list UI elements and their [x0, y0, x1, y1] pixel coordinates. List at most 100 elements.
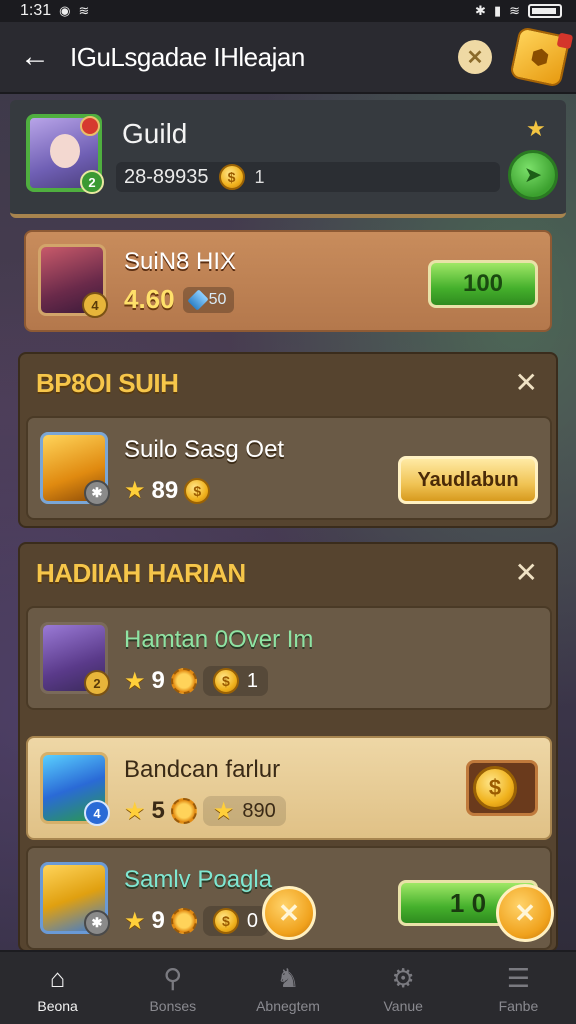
star-icon: ★: [124, 477, 146, 504]
nav-item-settings[interactable]: ⚙ Vanue: [346, 952, 461, 1024]
claim-button-label: Yaudlabun: [417, 468, 519, 491]
back-button[interactable]: ←: [0, 21, 70, 93]
close-icon: ✕: [514, 557, 538, 588]
coin-icon: $: [212, 908, 239, 934]
quest-item-thumb: ✱: [40, 432, 110, 506]
quest-value: 89: [151, 476, 179, 504]
quest-item-badge: ✱: [84, 910, 110, 936]
member-stats: 4.60 50: [124, 284, 235, 315]
guild-card: 2 Guild ★ 28-89935 $ 1 ➤: [10, 100, 566, 218]
quest-item-thumb: 2: [40, 622, 110, 696]
nav-label: Vanue: [383, 997, 423, 1014]
quest-item-thumb: ✱: [40, 862, 110, 936]
reward-pill: $ 0: [202, 906, 268, 936]
member-value-button[interactable]: 100: [428, 260, 538, 308]
claim-button[interactable]: Yaudlabun: [398, 456, 538, 504]
section-title: BP8OI SUIH: [36, 368, 179, 398]
wifi-icon: ≋: [78, 3, 90, 18]
quest-stats: ★ 9 $ 0: [124, 906, 268, 936]
coin-icon: $: [218, 164, 245, 190]
quest-name: Samlv Poagla: [124, 866, 273, 893]
nav-item-search[interactable]: ⚲ Bonses: [115, 952, 230, 1024]
nav-label: Bonses: [149, 997, 197, 1014]
sun-icon: [170, 798, 197, 824]
close-icon: ✕: [466, 46, 484, 69]
member-card[interactable]: 4 SuiN8 HIX 4.60 50 100: [24, 230, 552, 332]
quest-value: 9: [151, 907, 165, 934]
arrow-right-icon: ➤: [523, 162, 543, 187]
nav-label: Fanbe: [498, 997, 539, 1014]
quest-stats: ★ 89 $: [124, 476, 211, 505]
battery-icon: [528, 4, 562, 18]
menu-icon: ☰: [506, 962, 531, 993]
quest-name: Bandcan farlur: [124, 756, 281, 783]
nav-item-home[interactable]: ⌂ Beona: [0, 952, 115, 1024]
quest-item-badge: ✱: [84, 480, 110, 506]
status-time: 1:31: [20, 2, 52, 19]
guild-badge-button[interactable]: ⬢: [509, 26, 571, 88]
guild-action-button[interactable]: ➤: [508, 150, 558, 200]
avatar-level-badge: 2: [80, 170, 104, 194]
guild-bar-value: 1: [254, 166, 265, 187]
quest-value: 5: [151, 797, 165, 824]
close-icon: ✕: [514, 367, 538, 398]
reward-value: 890: [242, 799, 276, 822]
status-bar: 1:31 ◉ ≋ ✱ ▮ ≋: [0, 0, 576, 22]
app-header: ← IGuLsgadae IHleajan ✕ ⬢: [0, 22, 576, 94]
gem-value: 50: [208, 290, 227, 308]
coin-reward-button[interactable]: $: [466, 760, 538, 816]
arrow-left-icon: ←: [20, 40, 50, 73]
close-icon: ✕: [278, 897, 300, 928]
section-title: HADIIAH HARIAN: [36, 558, 246, 588]
page-title: IGuLsgadae IHleajan: [70, 41, 305, 72]
coin-icon: $: [473, 766, 517, 810]
guild-info-bar: 28-89935 $ 1: [116, 162, 500, 192]
member-portrait: 4: [38, 244, 108, 318]
close-button[interactable]: ✕: [458, 40, 492, 74]
coin-icon: $: [184, 477, 211, 504]
daily-quest-card[interactable]: 4 Bandcan farlur ★ 5 ★ 890 $: [26, 736, 552, 840]
star-icon: ★: [526, 116, 546, 141]
star-icon: ★: [124, 797, 146, 825]
dragon-icon: ♞: [276, 962, 300, 993]
signal-icon: ▮: [493, 3, 502, 18]
quest-card[interactable]: ✱ Suilo Sasg Oet ★ 89 $ Yaudlabun: [26, 416, 552, 520]
reward-pill: ★ 890: [202, 796, 286, 826]
search-icon: ⚲: [163, 962, 183, 993]
shield-icon: ⬢: [529, 44, 551, 71]
dismiss-button[interactable]: ✕: [262, 886, 316, 940]
quest-stats: ★ 9 $ 1: [124, 666, 268, 696]
quest-name: Hamtan 0Over Im: [124, 626, 314, 653]
coin-icon: $: [212, 668, 239, 694]
close-icon: ✕: [514, 897, 536, 928]
member-name: SuiN8 HIX: [124, 248, 237, 275]
bluetooth-icon: ✱: [475, 3, 486, 18]
notification-icon: ◉: [59, 3, 71, 18]
guild-code: 28-89935: [124, 165, 209, 188]
reward-value: 1: [246, 669, 258, 692]
quest-item-thumb: 4: [40, 752, 110, 826]
section-panel-1: BP8OI SUIH ✕ ✱ Suilo Sasg Oet ★ 89 $ Yau…: [18, 352, 558, 528]
section-close-button[interactable]: ✕: [515, 366, 538, 399]
nav-item-menu[interactable]: ☰ Fanbe: [461, 952, 576, 1024]
dismiss-button-right[interactable]: ✕: [496, 884, 554, 942]
reward-pill: $ 1: [202, 666, 268, 696]
daily-button-label: 1 0: [449, 887, 487, 918]
nav-label: Abnegtem: [256, 997, 320, 1014]
notification-dot: [80, 116, 100, 136]
section-close-button[interactable]: ✕: [515, 556, 538, 589]
guild-name: Guild: [122, 118, 188, 149]
guild-avatar[interactable]: 2: [26, 114, 104, 194]
star-icon: ★: [124, 667, 146, 695]
star-icon: ★: [124, 907, 146, 935]
quest-stats: ★ 5 ★ 890: [124, 796, 286, 826]
gem-chip: 50: [182, 286, 235, 313]
nav-item-dragon[interactable]: ♞ Abnegtem: [230, 952, 345, 1024]
sun-icon: [170, 908, 197, 934]
nav-label: Beona: [37, 997, 78, 1014]
reward-value: 0: [246, 909, 258, 932]
home-icon: ⌂: [49, 962, 66, 993]
gear-icon: ⚙: [391, 962, 415, 993]
quest-value: 9: [151, 667, 165, 694]
daily-quest-card[interactable]: 2 Hamtan 0Over Im ★ 9 $ 1: [26, 606, 552, 710]
